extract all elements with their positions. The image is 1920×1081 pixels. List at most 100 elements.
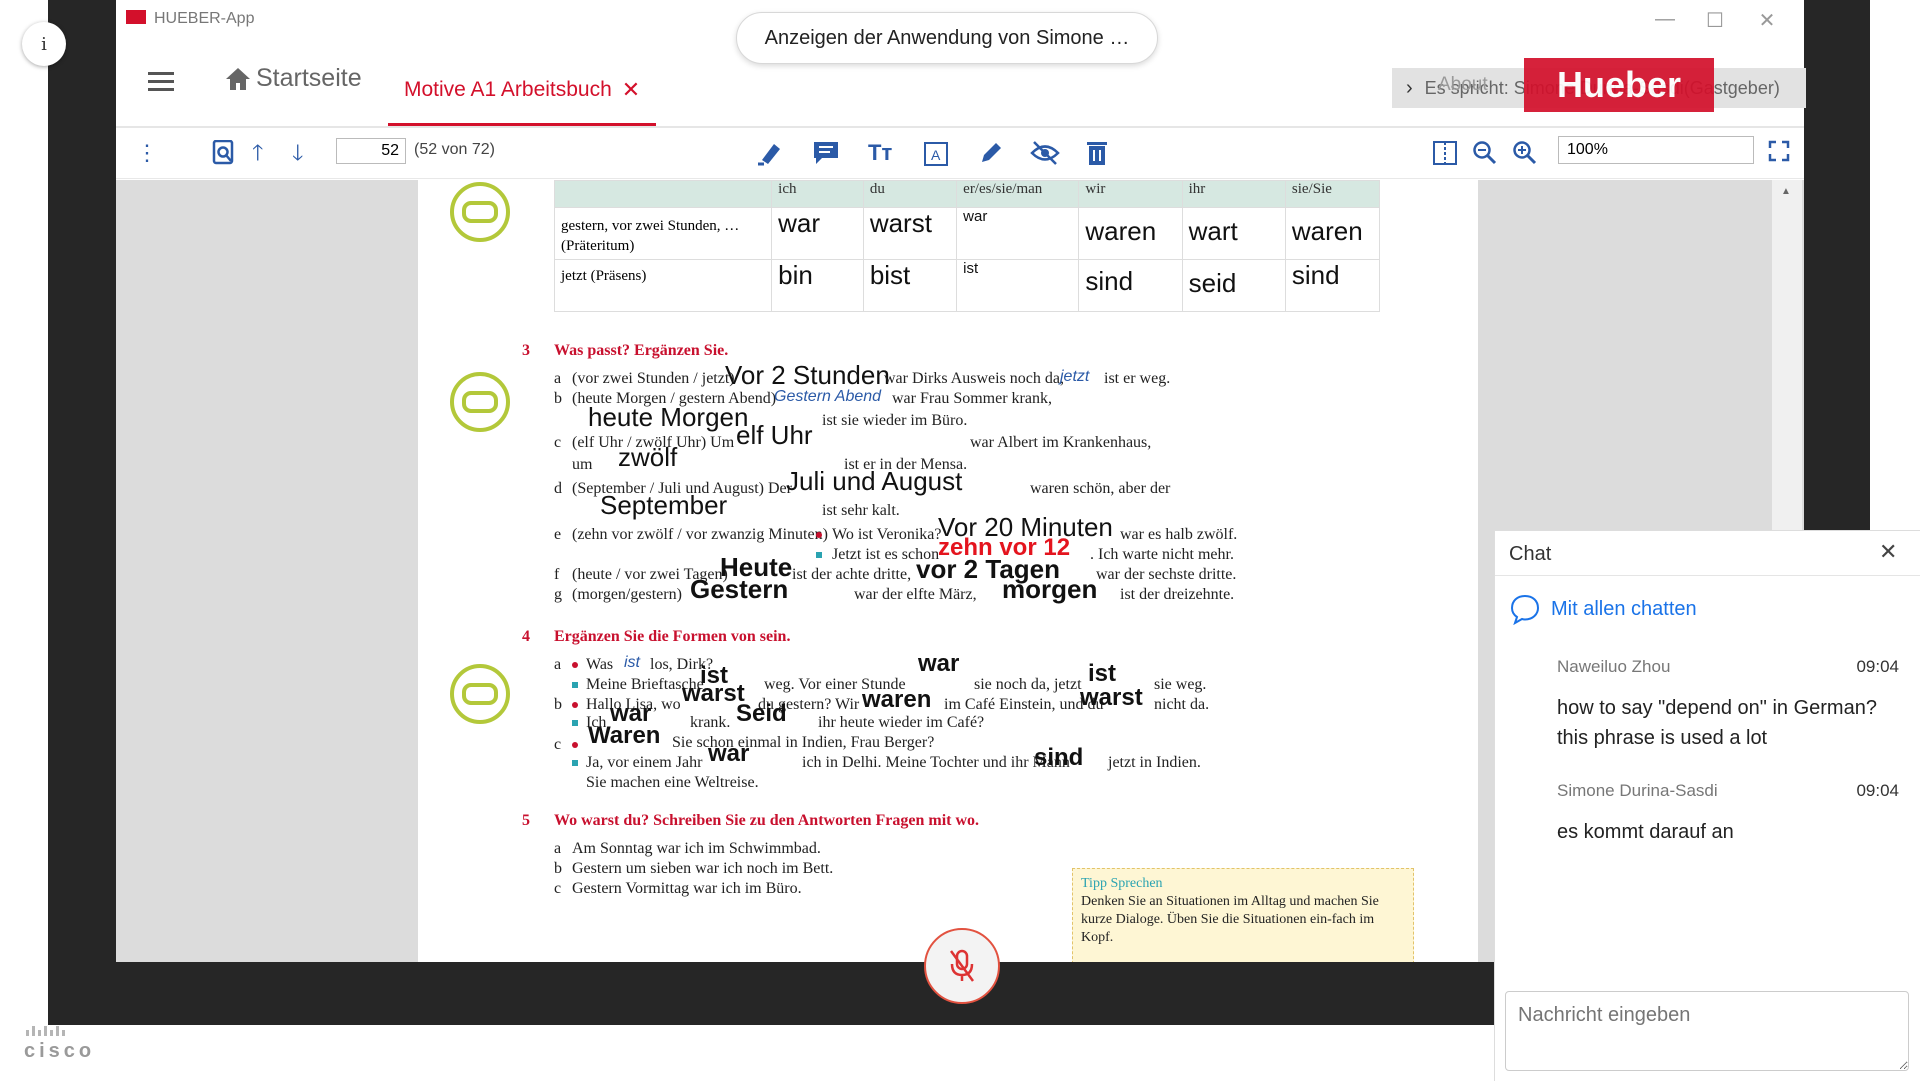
sentence: krank. xyxy=(690,714,731,731)
exercise-title: Wo warst du? Schreiben Sie zu den Antwor… xyxy=(554,812,980,829)
answer: zwölf xyxy=(618,442,678,472)
zoom-input[interactable] xyxy=(1558,136,1754,164)
hint: (zehn vor zwölf / vor zwanzig Minuten) xyxy=(572,526,828,543)
chat-message-input[interactable] xyxy=(1505,991,1909,1071)
bullet-icon xyxy=(816,532,822,538)
chat-panel: Chat ✕ Mit allen chatten Naweiluo Zhou 0… xyxy=(1494,530,1920,1081)
link-icon[interactable] xyxy=(450,372,510,432)
answer: warst xyxy=(1080,684,1143,711)
item-letter: b xyxy=(554,860,562,877)
sentence: Gestern Vormittag war ich im Büro. xyxy=(572,880,802,897)
answer: jetzt xyxy=(1060,368,1090,385)
answer: Gestern Abend xyxy=(774,388,882,405)
page-number-input[interactable] xyxy=(336,138,406,164)
sentence: Am Sonntag war ich im Schwimmbad. xyxy=(572,840,821,857)
tab-document-label: Motive A1 Arbeitsbuch xyxy=(404,77,612,101)
maximize-icon[interactable]: ☐ xyxy=(1700,8,1730,33)
tip-text: Denken Sie an Situationen im Alltag und … xyxy=(1081,894,1379,945)
zoom-out-icon[interactable] xyxy=(1472,140,1498,172)
app-title: HUEBER-App xyxy=(154,10,255,27)
exercise-title: Was passt? Ergänzen Sie. xyxy=(554,342,729,359)
row-label: jetzt (Präsens) xyxy=(553,259,773,312)
more-vert-icon[interactable]: ⋮ xyxy=(136,140,158,166)
table-header xyxy=(553,180,773,208)
split-view-icon[interactable] xyxy=(1432,140,1458,172)
bullet-icon xyxy=(572,760,578,766)
sentence: nicht da. xyxy=(1154,696,1210,713)
tab-document[interactable]: Motive A1 Arbeitsbuch ✕ xyxy=(388,56,657,126)
hamburger-icon[interactable] xyxy=(148,72,174,92)
cell: war xyxy=(771,207,864,260)
answer: ist xyxy=(624,654,640,671)
fullscreen-icon[interactable] xyxy=(1768,140,1790,168)
trash-icon[interactable] xyxy=(1086,140,1108,172)
cell: seid xyxy=(1181,259,1286,312)
sentence: ist der achte dritte, xyxy=(792,566,912,583)
search-page-icon[interactable] xyxy=(212,139,236,172)
home-link[interactable]: Startseite xyxy=(224,64,362,93)
table-header-row: ich du er/es/sie/man wir ihr sie/Sie xyxy=(553,180,1381,208)
table-header: wir xyxy=(1078,180,1183,208)
comment-icon[interactable] xyxy=(812,140,840,172)
sentence: sie noch da, jetzt xyxy=(974,676,1082,693)
pdf-page: ich du er/es/sie/man wir ihr sie/Sie ges… xyxy=(418,180,1478,962)
sentence: war Albert im Krankenhaus, xyxy=(970,434,1152,451)
chat-header: Chat ✕ xyxy=(1495,531,1920,576)
hint: (vor zwei Stunden / jetzt) xyxy=(572,370,735,387)
mic-off-button[interactable] xyxy=(924,928,1000,1004)
item-letter: c xyxy=(554,880,562,897)
item-letter: e xyxy=(554,526,562,543)
row-label: gestern, vor zwei Stunden, … (Präteritum… xyxy=(553,207,773,260)
sentence: ihr heute wieder im Café? xyxy=(818,714,985,731)
sentence: Wo ist Veronika? xyxy=(832,526,942,543)
message-sender: Simone Durina-Sasdi xyxy=(1557,781,1718,800)
sentence: Ja, vor einem Jahr xyxy=(586,754,703,771)
cell: wart xyxy=(1181,207,1286,260)
sentence: war es halb zwölf. xyxy=(1120,526,1238,543)
message-text: es kommt darauf an xyxy=(1557,821,1734,843)
link-icon[interactable] xyxy=(450,182,510,242)
link-icon[interactable] xyxy=(450,664,510,724)
cell: bist xyxy=(862,259,958,312)
text-size-icon[interactable]: Tт xyxy=(868,140,892,166)
arrow-up-icon[interactable]: 🡑 xyxy=(252,140,263,166)
arrow-down-icon[interactable]: 🡓 xyxy=(292,140,303,166)
cell: war xyxy=(956,207,1080,260)
scroll-up-icon[interactable]: ▲ xyxy=(1781,186,1791,197)
cell: waren xyxy=(1078,207,1183,260)
sentence: war der elfte März, xyxy=(854,586,977,603)
close-window-icon[interactable]: ✕ xyxy=(1752,8,1782,33)
hint: (morgen/gestern) xyxy=(572,586,682,603)
message-sender: Naweiluo Zhou xyxy=(1557,657,1671,676)
close-icon[interactable]: ✕ xyxy=(1879,539,1897,565)
text-frame-icon[interactable]: A xyxy=(922,140,950,174)
table-row: gestern, vor zwei Stunden, … (Präteritum… xyxy=(553,207,1381,260)
cell: sind xyxy=(1078,259,1183,312)
sentence: war Dirks Ausweis noch da, xyxy=(884,370,1064,387)
message-text: how to say "depend on" in German? this p… xyxy=(1557,697,1877,749)
minimize-icon[interactable]: — xyxy=(1650,8,1680,31)
item-letter: g xyxy=(554,586,562,603)
chat-channel[interactable]: Mit allen chatten xyxy=(1509,593,1697,625)
answer: Waren xyxy=(588,722,661,749)
sentence: um xyxy=(572,456,593,473)
chat-title: Chat xyxy=(1509,543,1552,565)
sentence: ist sie wieder im Büro. xyxy=(822,412,968,429)
item-letter: b xyxy=(554,390,562,407)
cell: ist xyxy=(956,259,1080,312)
highlight-icon[interactable] xyxy=(756,140,784,172)
about-link[interactable]: About xyxy=(1438,74,1488,96)
item-letter: d xyxy=(554,480,562,497)
info-icon[interactable]: i xyxy=(22,22,66,66)
answer: war xyxy=(708,740,750,767)
sentence: ist sehr kalt. xyxy=(822,502,900,519)
close-icon[interactable]: ✕ xyxy=(622,77,640,103)
cell: bin xyxy=(771,259,864,312)
message-time: 09:04 xyxy=(1856,781,1899,800)
eye-off-icon[interactable] xyxy=(1030,140,1060,172)
zoom-in-icon[interactable] xyxy=(1512,140,1538,172)
item-letter: a xyxy=(554,370,562,387)
table-header: du xyxy=(862,180,958,208)
sentence: sie weg. xyxy=(1154,676,1207,693)
pencil-icon[interactable] xyxy=(978,140,1004,172)
